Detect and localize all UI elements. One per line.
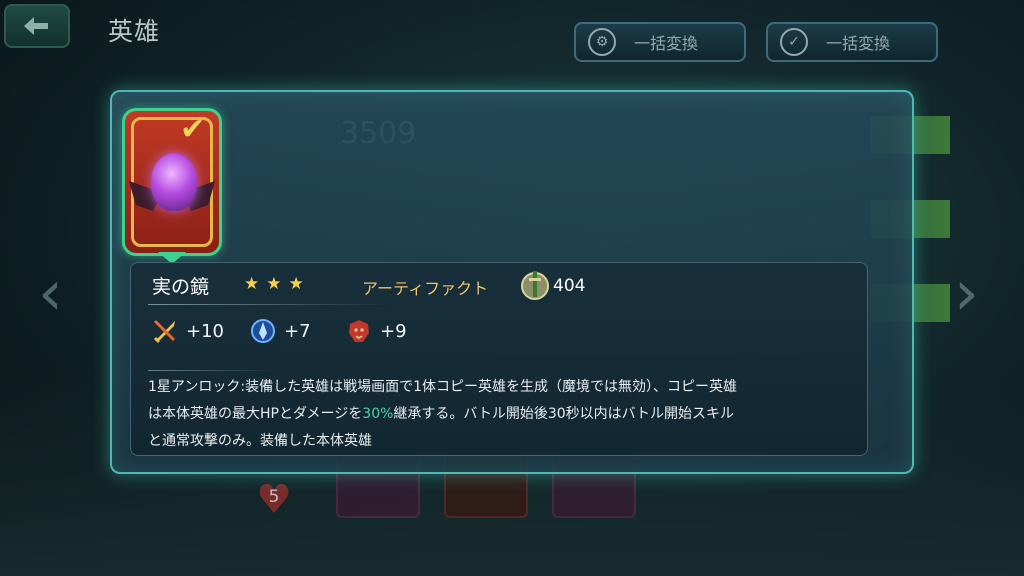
bulk-convert-button-1[interactable]: ⚙ 一括変換 <box>574 22 746 62</box>
magic-icon <box>250 318 276 344</box>
description-highlight: 30% <box>362 406 394 422</box>
back-button[interactable] <box>4 4 70 48</box>
lion-icon <box>346 318 372 344</box>
shield-convert-icon: ✓ <box>780 28 808 56</box>
prev-hero-arrow-icon[interactable]: ‹ <box>38 262 63 324</box>
bulk-convert-label-2: 一括変換 <box>826 34 891 53</box>
page-title: 英雄 <box>108 17 161 46</box>
stat-attack-value: +10 <box>186 320 224 342</box>
divider <box>148 304 394 305</box>
stat-attack: +10 <box>152 318 224 344</box>
back-arrow-icon <box>24 17 48 35</box>
power-emblem-icon <box>521 271 549 300</box>
gear-convert-icon: ⚙ <box>588 28 616 56</box>
top-bar: 英雄 ⚙ 一括変換 ✓ 一括変換 <box>0 0 1024 62</box>
divider <box>148 370 274 371</box>
stat-magic: +7 <box>250 318 311 344</box>
artifact-description: 1星アンロック:装備した英雄は戦場画面で1体コピー英雄を生成（魔境では無効）、コ… <box>148 374 748 456</box>
attack-icon <box>152 318 178 344</box>
artifact-type: アーティファクト <box>362 279 489 298</box>
mirror-orb-icon <box>151 153 197 211</box>
next-hero-arrow-icon[interactable]: › <box>954 262 979 324</box>
heart-count: 5 <box>268 487 280 507</box>
stat-lion: +9 <box>346 318 407 344</box>
star-rating: ★★★ <box>244 274 311 294</box>
equipped-check-icon: ✔ <box>180 112 206 147</box>
stat-magic-value: +7 <box>284 320 311 342</box>
stat-lion-value: +9 <box>380 320 407 342</box>
artifact-name: 実の鏡 <box>152 276 210 298</box>
bulk-convert-button-2[interactable]: ✓ 一括変換 <box>766 22 938 62</box>
artifact-power: 404 <box>553 276 586 296</box>
bulk-convert-label-1: 一括変換 <box>634 34 699 53</box>
